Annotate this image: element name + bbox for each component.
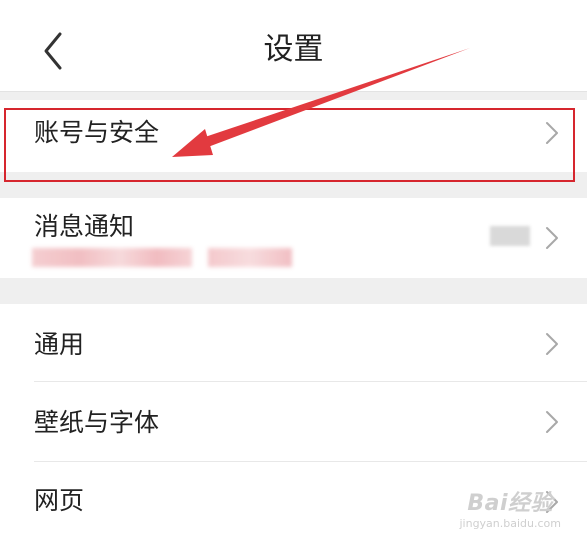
page-title: 设置 bbox=[263, 32, 324, 67]
settings-item-label: 通用 bbox=[34, 330, 85, 359]
settings-item-notifications[interactable]: 消息通知 bbox=[0, 198, 587, 278]
chevron-right-icon bbox=[546, 333, 558, 355]
title-bar: 设置 bbox=[0, 0, 587, 92]
settings-item-label: 网页 bbox=[34, 486, 85, 515]
blurred-subtitle bbox=[32, 248, 192, 267]
section-gap bbox=[0, 92, 587, 100]
watermark-url: jingyan.baidu.com bbox=[459, 517, 561, 530]
watermark-brand: Bai经验 bbox=[467, 491, 554, 516]
chevron-right-icon bbox=[546, 411, 558, 433]
chevron-right-icon bbox=[546, 122, 558, 144]
settings-item-label: 消息通知 bbox=[34, 212, 135, 241]
blurred-value bbox=[490, 226, 530, 246]
settings-item-label: 账号与安全 bbox=[34, 118, 160, 147]
section-gap bbox=[0, 172, 587, 198]
watermark: Bai经验 jingyan.baidu.com bbox=[459, 491, 561, 530]
settings-item-label: 壁纸与字体 bbox=[34, 408, 160, 437]
section-gap bbox=[0, 278, 587, 304]
chevron-right-icon bbox=[546, 227, 558, 249]
blurred-subtitle bbox=[208, 248, 292, 267]
settings-item-general[interactable]: 通用 bbox=[0, 304, 587, 382]
settings-item-account-security[interactable]: 账号与安全 bbox=[0, 100, 587, 172]
settings-item-wallpaper-font[interactable]: 壁纸与字体 bbox=[0, 382, 587, 462]
